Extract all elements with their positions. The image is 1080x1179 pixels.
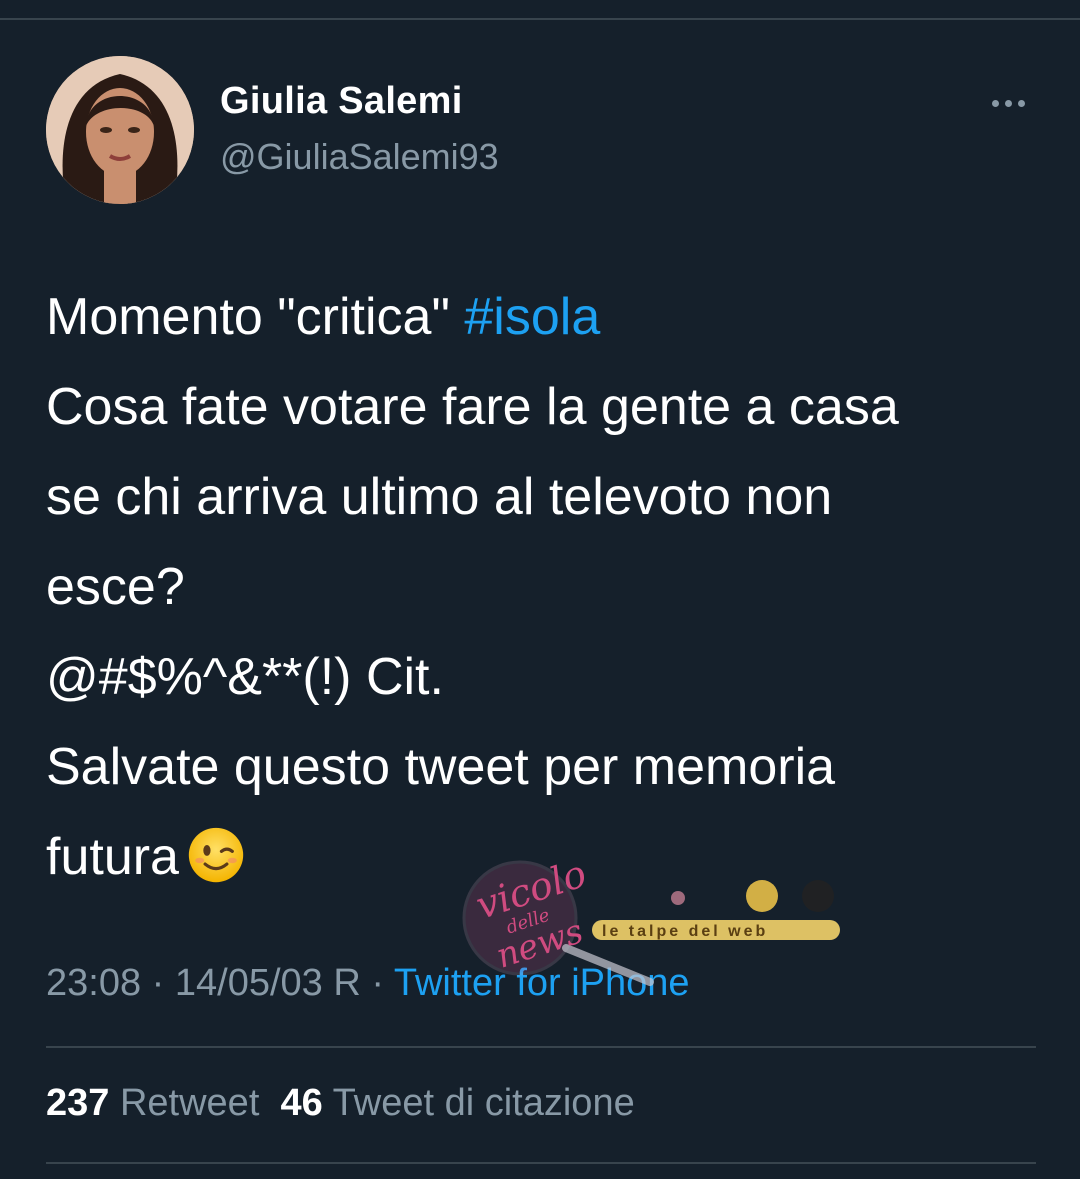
tweet-line-text: futura <box>46 828 179 886</box>
tweet-meta: 23:08 · 14/05/03 R · Twitter for iPhone <box>46 962 690 1005</box>
more-horizontal-icon-dot <box>1017 99 1025 107</box>
retweet-count: 237 <box>46 1082 110 1124</box>
timestamp[interactable]: 23:08 · 14/05/03 R · <box>46 962 394 1004</box>
tweet-line: futura <box>46 812 1036 902</box>
quote-label: Tweet di citazione <box>332 1082 635 1124</box>
tweet-line: esce? <box>46 558 185 616</box>
watermark-badge: le talpe del web <box>602 923 768 940</box>
hashtag-link[interactable]: #isola <box>464 288 600 346</box>
quotes-stat[interactable]: 46 Tweet di citazione <box>281 1082 635 1124</box>
avatar-image <box>46 56 194 204</box>
tweet-text: Momento "critica" #isola Cosa fate votar… <box>46 272 1036 902</box>
tweet-line: Momento "critica" #isola <box>46 272 1036 362</box>
tweet-line: @#$%^&**(!) Cit. <box>46 648 444 706</box>
stats-divider-top <box>46 1046 1036 1048</box>
source-link[interactable]: Twitter for iPhone <box>394 962 690 1004</box>
user-handle[interactable]: @GiuliaSalemi93 <box>220 136 499 178</box>
tweet-line: Cosa fate votare fare la gente a casa <box>46 378 899 436</box>
retweet-label: Retweet <box>119 1082 260 1124</box>
tweet-line-text: Momento "critica" <box>46 288 465 346</box>
stats-divider-bottom <box>46 1162 1036 1164</box>
tweet-line: Salvate questo tweet per memoria <box>46 738 836 796</box>
avatar[interactable] <box>46 56 194 204</box>
display-name[interactable]: Giulia Salemi <box>220 80 463 123</box>
more-horizontal-icon <box>991 99 999 107</box>
quote-count: 46 <box>280 1082 323 1124</box>
more-horizontal-icon-dot <box>1004 99 1012 107</box>
winking-face-emoji <box>188 827 244 883</box>
more-options-button[interactable] <box>984 88 1032 118</box>
tweet-line: se chi arriva ultimo al televoto non <box>46 468 833 526</box>
engagement-stats: 237 Retweet 46 Tweet di citazione <box>46 1082 635 1125</box>
top-divider <box>0 18 1080 20</box>
watermark-script-mid: delle <box>504 905 553 939</box>
retweets-stat[interactable]: 237 Retweet <box>46 1082 259 1124</box>
